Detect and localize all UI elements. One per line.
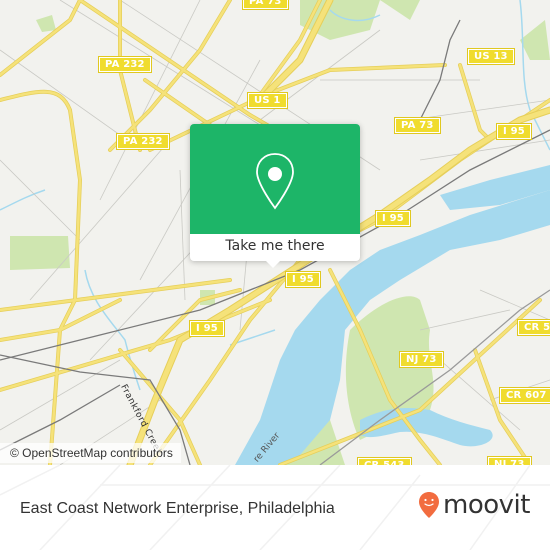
road-shield-cr543: CR 543 xyxy=(517,319,550,336)
road-shield-cr607: CR 607 xyxy=(499,387,550,404)
park-area xyxy=(520,20,550,60)
park-area xyxy=(380,0,420,20)
road-shield-cr543: CR 543 xyxy=(357,457,412,465)
road-shield-i95: I 95 xyxy=(496,123,532,140)
footer: East Coast Network Enterprise, Philadelp… xyxy=(0,465,550,550)
road-shield-pa232: PA 232 xyxy=(116,133,170,150)
location-popup[interactable]: Take me there xyxy=(190,124,360,268)
moovit-wordmark: moovit xyxy=(443,490,530,520)
popup-pointer xyxy=(265,260,281,268)
road-shield-i95: I 95 xyxy=(375,210,411,227)
map[interactable]: PA 73 PA 232 US 1 PA 232 US 13 PA 73 I 9… xyxy=(0,0,550,465)
take-me-there-button[interactable]: Take me there xyxy=(190,234,360,261)
road-shield-i95: I 95 xyxy=(189,320,225,337)
location-pin-icon xyxy=(256,153,294,210)
place-name: East Coast Network Enterprise, Philadelp… xyxy=(20,500,335,517)
road-shield-nj73: NJ 73 xyxy=(487,456,532,465)
road-shield-us13: US 13 xyxy=(467,48,515,65)
moovit-logo[interactable]: moovit xyxy=(418,487,530,523)
road-shield-nj73: NJ 73 xyxy=(399,351,444,368)
map-attribution[interactable]: © OpenStreetMap contributors xyxy=(0,443,181,463)
road-shield-pa73-top: PA 73 xyxy=(242,0,289,10)
park-area xyxy=(36,15,56,32)
road-shield-pa73: PA 73 xyxy=(394,117,441,134)
popup-header xyxy=(190,124,360,234)
moovit-pin-icon xyxy=(419,492,439,518)
road-shield-us1: US 1 xyxy=(247,92,288,109)
road-shield-pa232: PA 232 xyxy=(98,56,152,73)
road-shield-i95: I 95 xyxy=(285,271,321,288)
